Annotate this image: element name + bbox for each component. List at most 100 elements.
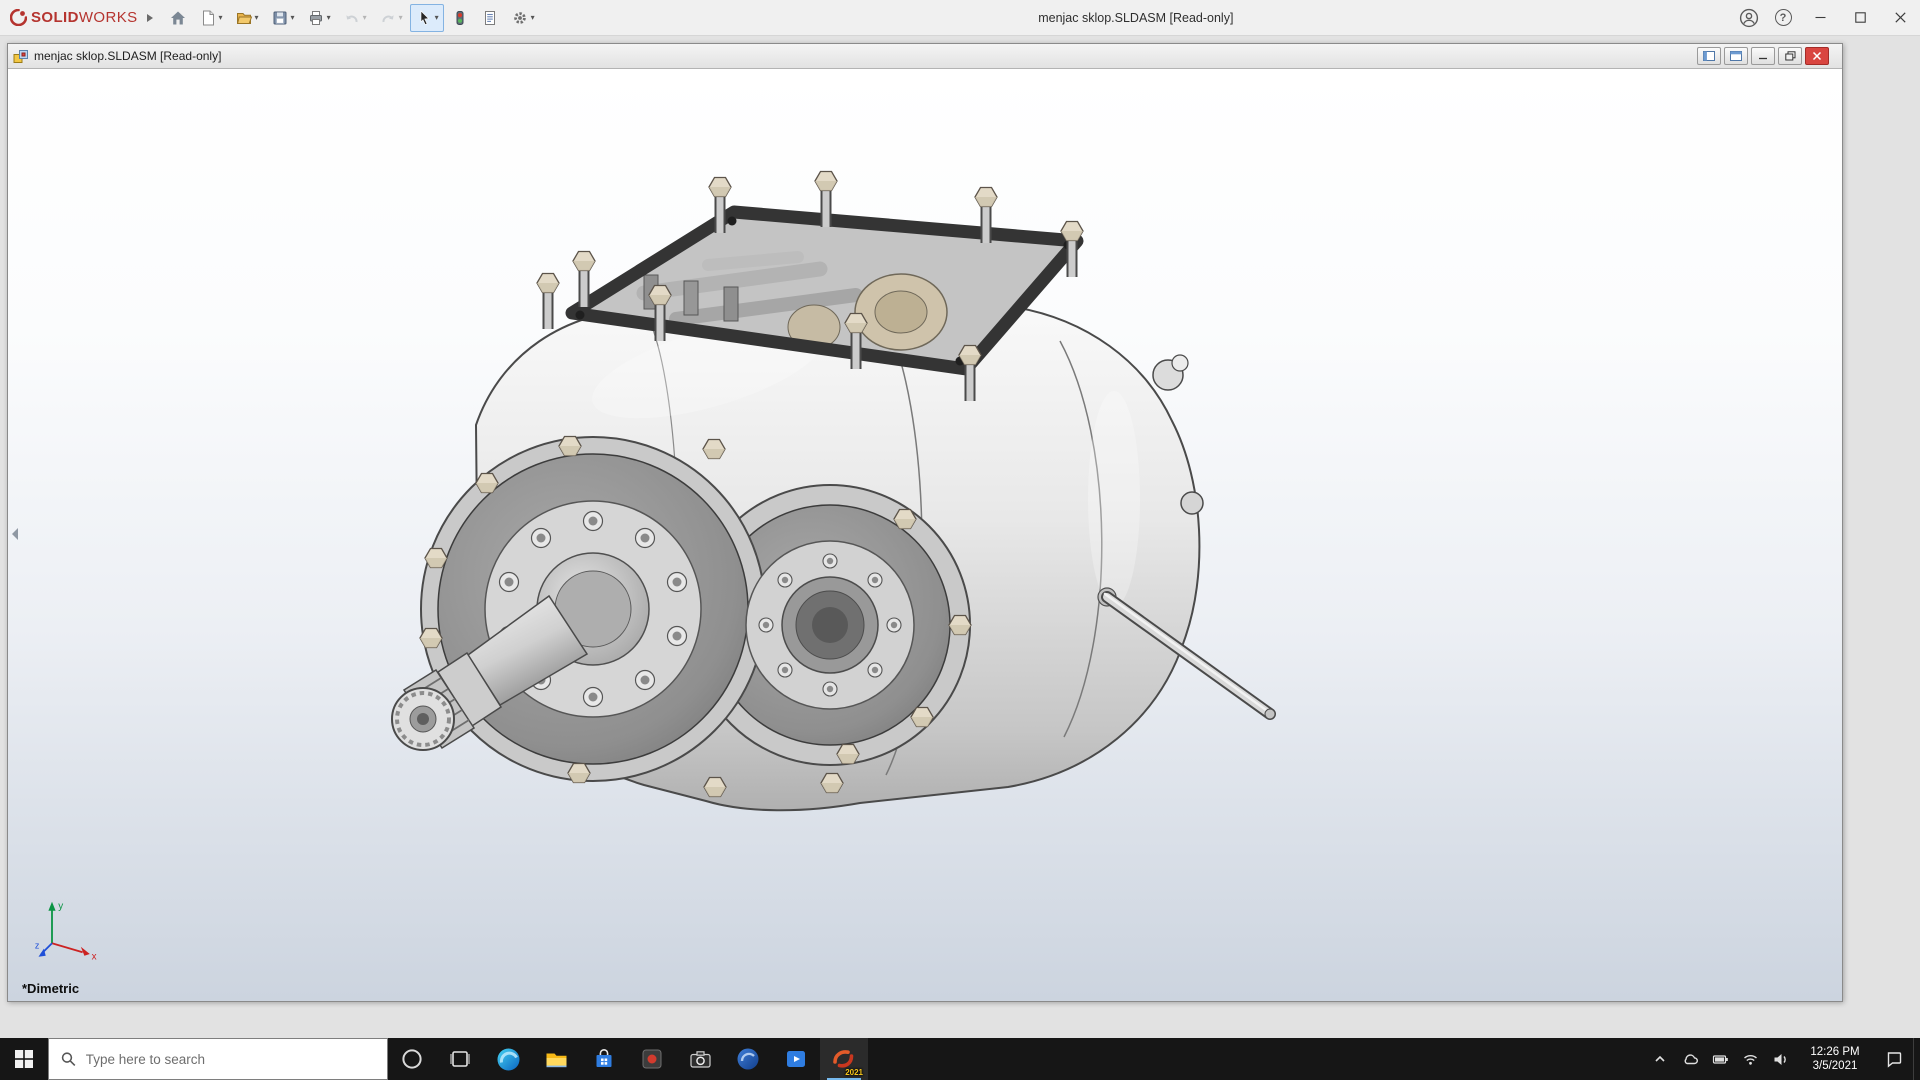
doc-minimize-icon <box>1759 57 1767 60</box>
app-titlebar: SOLIDWORKS ▾ ▾ ▾ ▾ ▾ ▾ ▾ ▾ menjac sklop.… <box>0 0 1920 36</box>
battery-icon <box>1712 1054 1728 1064</box>
taskbar-search-box[interactable] <box>48 1038 388 1080</box>
system-tray: 12:26 PM 3/5/2021 <box>1645 1038 1920 1080</box>
doc-close-button[interactable] <box>1805 47 1829 65</box>
orientation-triad: y x z <box>35 901 97 962</box>
app-system-controls: ? <box>1732 0 1920 36</box>
help-icon: ? <box>1774 9 1792 26</box>
store-icon[interactable] <box>580 1038 628 1080</box>
solidworks-version-badge: 2021 <box>845 1068 863 1077</box>
options-button[interactable]: ▾ <box>506 4 540 32</box>
view-orientation-label: *Dimetric <box>22 981 80 996</box>
print-button[interactable]: ▾ <box>302 4 336 32</box>
doc-pane-button-1[interactable] <box>1697 47 1721 65</box>
feature-pane-collapse-arrow[interactable] <box>9 521 21 547</box>
graphics-viewport[interactable]: y x z *Dimetric <box>8 69 1842 1001</box>
rebuild-button[interactable] <box>446 4 474 32</box>
output-bearing-cover <box>745 540 915 710</box>
maximize-icon <box>1854 12 1866 23</box>
unknown-app-icon-3[interactable] <box>772 1038 820 1080</box>
open-folder-icon <box>236 12 252 24</box>
redo-icon <box>382 14 394 22</box>
triad-x-label: x <box>92 951 97 962</box>
solidworks-taskbar-icon[interactable]: 2021 <box>820 1038 868 1080</box>
redo-button[interactable]: ▾ <box>374 4 408 32</box>
minimize-icon <box>1815 16 1825 19</box>
window-pane-left-icon <box>1703 51 1715 61</box>
account-button[interactable] <box>1732 0 1766 36</box>
show-desktop-button[interactable] <box>1913 1038 1920 1080</box>
wifi-icon <box>1743 1054 1757 1065</box>
document-title: menjac sklop.SLDASM [Read-only] <box>34 49 222 63</box>
file-explorer-icon[interactable] <box>532 1038 580 1080</box>
save-dropdown-caret-icon[interactable]: ▾ <box>291 13 295 22</box>
camera-app-icon[interactable] <box>676 1038 724 1080</box>
close-icon <box>1894 12 1906 23</box>
print-icon <box>309 10 322 25</box>
clock-time: 12:26 PM <box>1810 1046 1860 1058</box>
dassault-logo-icon <box>10 9 27 26</box>
doc-restore-button[interactable] <box>1778 47 1802 65</box>
windows-taskbar: 2021 <box>0 1038 1920 1080</box>
gearbox-model[interactable] <box>8 69 1842 1001</box>
start-button[interactable] <box>0 1038 48 1080</box>
unknown-app-icon-2[interactable] <box>724 1038 772 1080</box>
action-center-button[interactable] <box>1875 1038 1913 1080</box>
help-button[interactable]: ? <box>1766 0 1800 36</box>
assembly-document-icon <box>13 49 28 63</box>
select-cursor-icon <box>420 9 429 25</box>
redo-dropdown-caret-icon[interactable]: ▾ <box>399 13 403 22</box>
app-minimize-button[interactable] <box>1800 0 1840 36</box>
task-view-icon <box>450 1051 470 1067</box>
doc-close-icon <box>1812 51 1822 61</box>
edge-browser-icon[interactable] <box>484 1038 532 1080</box>
status-bar <box>0 1002 1920 1038</box>
select-tool-button[interactable]: ▾ <box>409 3 444 32</box>
app-close-button[interactable] <box>1880 0 1920 36</box>
document-titlebar[interactable]: menjac sklop.SLDASM [Read-only] <box>8 44 1842 69</box>
battery-tray-button[interactable] <box>1705 1038 1735 1080</box>
document-window: menjac sklop.SLDASM [Read-only] y x z *D… <box>7 43 1843 1002</box>
undo-button[interactable]: ▾ <box>338 4 372 32</box>
doc-pane-button-2[interactable] <box>1724 47 1748 65</box>
volume-tray-button[interactable] <box>1765 1038 1795 1080</box>
new-dropdown-caret-icon[interactable]: ▾ <box>219 13 223 22</box>
options-dropdown-caret-icon[interactable]: ▾ <box>531 13 535 22</box>
print-dropdown-caret-icon[interactable]: ▾ <box>327 13 331 22</box>
account-icon <box>1739 8 1759 27</box>
home-icon <box>170 11 185 24</box>
cortana-button[interactable] <box>388 1038 436 1080</box>
clock-date: 3/5/2021 <box>1812 1060 1858 1072</box>
triad-z-label: z <box>35 941 40 951</box>
app-window-title: menjac sklop.SLDASM [Read-only] <box>1038 10 1234 25</box>
volume-icon <box>1774 1053 1786 1065</box>
search-icon <box>61 1052 76 1066</box>
select-dropdown-caret-icon[interactable]: ▾ <box>435 13 439 22</box>
menu-flyout-arrow[interactable] <box>146 13 154 23</box>
triad-y-label: y <box>58 901 63 912</box>
file-properties-button[interactable] <box>476 4 504 32</box>
undo-dropdown-caret-icon[interactable]: ▾ <box>363 13 367 22</box>
search-input[interactable] <box>85 1051 375 1067</box>
chevron-up-icon <box>1655 1055 1665 1062</box>
document-window-controls <box>1697 47 1829 65</box>
undo-icon <box>345 14 358 22</box>
options-gear-icon <box>513 11 526 24</box>
windows-logo-icon <box>15 1050 33 1068</box>
show-hidden-icons-button[interactable] <box>1645 1038 1675 1080</box>
new-document-button[interactable]: ▾ <box>194 4 228 32</box>
open-button[interactable]: ▾ <box>230 4 264 32</box>
home-button[interactable] <box>164 4 192 32</box>
doc-minimize-button[interactable] <box>1751 47 1775 65</box>
save-button[interactable]: ▾ <box>266 4 300 32</box>
doc-restore-icon <box>1784 51 1795 61</box>
file-properties-icon <box>484 10 495 25</box>
app-maximize-button[interactable] <box>1840 0 1880 36</box>
task-view-button[interactable] <box>436 1038 484 1080</box>
network-tray-button[interactable] <box>1735 1038 1765 1080</box>
taskbar-clock[interactable]: 12:26 PM 3/5/2021 <box>1795 1038 1875 1080</box>
open-dropdown-caret-icon[interactable]: ▾ <box>255 13 259 22</box>
unknown-app-icon-1[interactable] <box>628 1038 676 1080</box>
onedrive-tray-button[interactable] <box>1675 1038 1705 1080</box>
cortana-icon <box>402 1049 422 1069</box>
